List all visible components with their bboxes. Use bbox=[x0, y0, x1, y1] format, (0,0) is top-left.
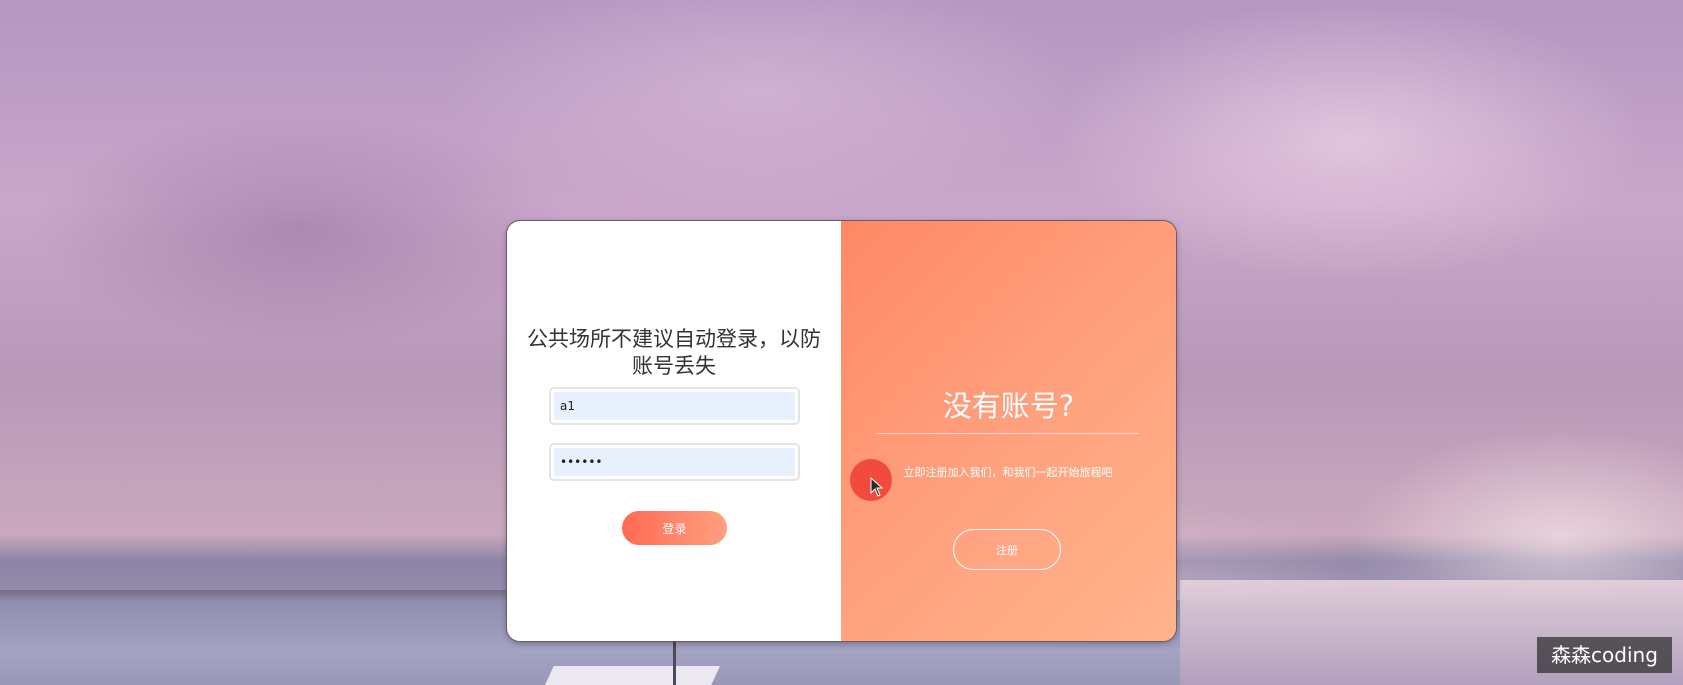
mouse-pointer-icon bbox=[870, 477, 884, 497]
login-title: 公共场所不建议自动登录，以防账号丢失 bbox=[527, 327, 821, 378]
signup-title: 没有账号? bbox=[942, 389, 1075, 423]
auth-card: 公共场所不建议自动登录，以防账号丢失 登录 没有账号? 立即注册加入我们，和我们… bbox=[506, 220, 1177, 642]
divider bbox=[876, 433, 1139, 434]
password-input[interactable] bbox=[554, 448, 795, 476]
username-input[interactable] bbox=[554, 392, 795, 420]
username-field-wrapper bbox=[549, 387, 800, 425]
background-dock bbox=[545, 666, 720, 685]
signup-description: 立即注册加入我们，和我们一起开始旅程吧 bbox=[903, 466, 1113, 479]
background-mast bbox=[673, 640, 676, 685]
login-panel: 公共场所不建议自动登录，以防账号丢失 登录 bbox=[507, 221, 841, 641]
login-button[interactable]: 登录 bbox=[622, 511, 727, 545]
background-shoreline bbox=[0, 590, 510, 600]
watermark: 森森coding bbox=[1537, 637, 1672, 673]
password-field-wrapper bbox=[549, 443, 800, 481]
signup-panel: 没有账号? 立即注册加入我们，和我们一起开始旅程吧 注册 bbox=[841, 221, 1176, 641]
signup-button[interactable]: 注册 bbox=[953, 529, 1061, 570]
